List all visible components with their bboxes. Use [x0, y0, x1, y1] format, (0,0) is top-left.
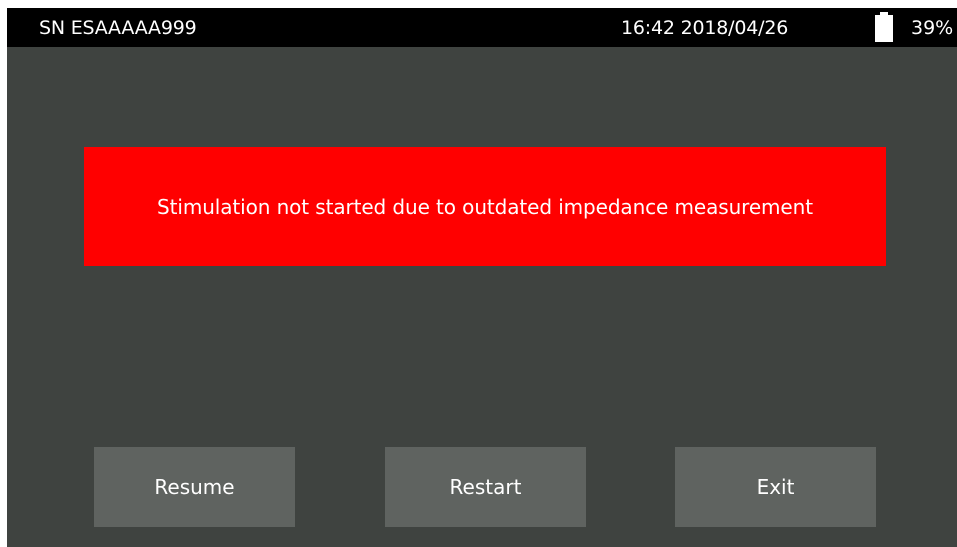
serial-number: SN ESAAAAA999: [39, 17, 197, 39]
restart-button-label: Restart: [449, 475, 522, 499]
resume-button[interactable]: Resume: [94, 447, 295, 527]
restart-button[interactable]: Restart: [385, 447, 586, 527]
exit-button[interactable]: Exit: [675, 447, 876, 527]
date-time: 16:42 2018/04/26: [621, 17, 789, 39]
status-bar: SN ESAAAAA999 16:42 2018/04/26 39%: [7, 8, 957, 47]
device-screen: SN ESAAAAA999 16:42 2018/04/26 39% Stimu…: [7, 8, 957, 547]
alert-message: Stimulation not started due to outdated …: [157, 194, 813, 219]
exit-button-label: Exit: [756, 475, 795, 499]
error-alert: Stimulation not started due to outdated …: [84, 147, 886, 266]
battery-icon: [875, 12, 893, 42]
resume-button-label: Resume: [154, 475, 235, 499]
battery-percentage: 39%: [911, 17, 954, 39]
